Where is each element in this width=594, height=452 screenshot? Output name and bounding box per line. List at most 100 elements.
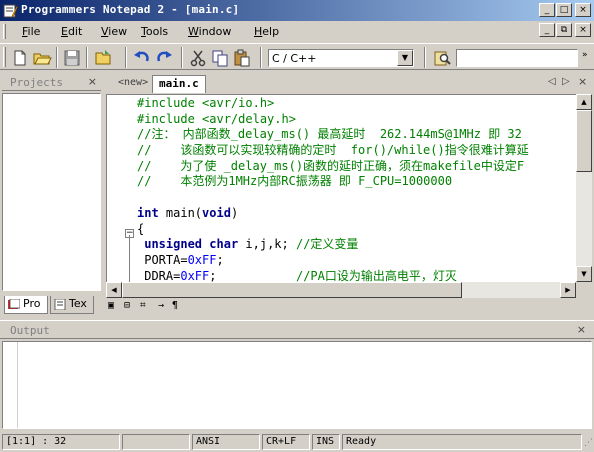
code-token-nrm: { [137, 221, 145, 236]
scroll-down-icon[interactable]: ▼ [576, 266, 592, 282]
code-token-com: // 该函数可以实现较精确的定时 for()/while()指令很难计算延 [137, 143, 529, 158]
menu-tools[interactable]: Tools [141, 25, 168, 38]
cut-icon[interactable] [188, 48, 208, 68]
horizontal-scroll-thumb[interactable] [122, 282, 462, 298]
horizontal-scrollbar[interactable]: ◀ ▶ [106, 282, 576, 298]
scroll-up-icon[interactable]: ▲ [576, 94, 592, 110]
mdi-close-button[interactable]: × [575, 23, 591, 37]
menu-window[interactable]: Window [188, 25, 231, 38]
menu-bar: File Edit View Tools Window Help [0, 21, 594, 42]
undo-icon[interactable] [132, 48, 152, 68]
code-line[interactable]: PORTA=0xFF; [137, 253, 529, 269]
save-all-icon[interactable] [93, 48, 113, 68]
status-message: Ready [342, 434, 582, 450]
maximize-button[interactable]: □ [556, 3, 572, 17]
whitespace-icon[interactable]: → [158, 300, 164, 311]
code-token-nrm: ; [209, 268, 296, 282]
projects-panel-title: Projects [10, 76, 63, 89]
output-panel-header: Output × [0, 320, 594, 339]
redo-icon[interactable] [154, 48, 174, 68]
output-panel-title: Output [10, 324, 50, 337]
tab-text-clips-label: Tex [69, 297, 87, 310]
fold-line [129, 235, 130, 282]
code-token-kw: char [209, 237, 239, 252]
code-token-com: // 为了使 _delay_ms()函数的延时正确，须在makefile中设定F [137, 158, 525, 173]
code-line[interactable]: #include <avr/io.h> [137, 96, 529, 112]
close-button[interactable]: × [575, 3, 591, 17]
menu-edit[interactable]: Edit [61, 25, 82, 38]
tab-main-c[interactable]: main.c [152, 75, 206, 93]
menu-view[interactable]: View [101, 25, 127, 38]
find-icon[interactable] [432, 48, 452, 68]
output-text-area[interactable] [17, 342, 591, 428]
tab-prev-icon[interactable]: ◁ [548, 76, 556, 87]
menu-window-label: indow [198, 25, 232, 38]
status-position: [1:1] : 32 [2, 434, 120, 450]
projects-panel-tabs: Pro Tex [2, 296, 101, 314]
chevron-down-icon[interactable]: ▼ [397, 50, 413, 66]
code-line[interactable]: unsigned char i,j,k; //定义变量 [137, 237, 529, 253]
minimize-button[interactable]: _ [539, 3, 555, 17]
close-icon[interactable]: × [577, 323, 586, 336]
code-token-num: 0xFF [187, 252, 217, 267]
code-line[interactable]: DDRA=0xFF; //PA口设为输出高电平，灯灭 [137, 269, 529, 282]
code-line[interactable] [137, 190, 529, 206]
line-endings-icon[interactable]: ¶ [172, 300, 178, 311]
menu-grip [3, 24, 6, 39]
tab-text-clips[interactable]: Tex [50, 296, 94, 314]
tab-projects[interactable]: Pro [4, 296, 48, 314]
paste-icon[interactable] [232, 48, 252, 68]
scheme-select[interactable]: C / C++ ▼ [268, 49, 414, 67]
menu-help[interactable]: Help [254, 25, 279, 38]
output-panel[interactable] [2, 341, 592, 429]
tab-new[interactable]: <new> [112, 75, 154, 93]
code-token-com: //注： 内部函数_delay_ms() 最高延时 262.144mS@1MHz… [137, 127, 522, 142]
code-token-nrm: PORTA= [137, 252, 188, 267]
code-token-com: //PA口设为输出高电平，灯灭 [295, 268, 457, 282]
code-line[interactable]: int main(void) [137, 206, 529, 222]
menu-file[interactable]: File [22, 25, 40, 38]
vertical-scrollbar[interactable]: ▲ ▼ [576, 94, 592, 282]
toolbar-overflow-icon[interactable]: » [582, 50, 588, 60]
fold-all-icon[interactable]: ⊟ [124, 300, 130, 311]
search-input[interactable] [456, 49, 578, 67]
toolbar-grip [3, 47, 6, 67]
projects-tree[interactable] [2, 93, 101, 291]
mdi-restore-button[interactable]: ⧉ [556, 23, 572, 37]
menu-view-label: iew [108, 25, 128, 38]
code-line[interactable]: // 为了使 _delay_ms()函数的延时正确，须在makefile中设定F [137, 159, 529, 175]
view-mode-icon[interactable]: ▣ [108, 300, 114, 311]
menu-window-accel: W [188, 25, 199, 38]
code-line[interactable]: { [137, 222, 529, 238]
window-title: Programmers Notepad 2 - [main.c] [21, 3, 240, 16]
close-icon[interactable]: × [88, 75, 97, 88]
scroll-right-icon[interactable]: ▶ [560, 282, 576, 298]
vertical-scroll-thumb[interactable] [576, 110, 592, 172]
toolbar-separator [86, 47, 88, 68]
open-folder-icon[interactable] [32, 48, 52, 68]
code-line[interactable]: //注： 内部函数_delay_ms() 最高延时 262.144mS@1MHz… [137, 127, 529, 143]
save-icon[interactable] [62, 48, 82, 68]
scroll-left-icon[interactable]: ◀ [106, 282, 122, 298]
resize-grip-icon[interactable]: ⋰ [584, 438, 593, 448]
close-icon[interactable]: × [578, 75, 587, 88]
code-editor[interactable]: − #include <avr/io.h> #include <avr/delay… [106, 94, 576, 282]
code-token-nrm: DDRA= [137, 268, 181, 282]
code-line[interactable]: #include <avr/delay.h> [137, 112, 529, 128]
tab-next-icon[interactable]: ▷ [562, 76, 570, 87]
code-token-nrm: i,j,k; [238, 237, 296, 252]
code-token-com: // 本范例为1MHz内部RC振荡器 即 F_CPU=1000000 [137, 174, 453, 189]
copy-icon[interactable] [210, 48, 230, 68]
menu-edit-accel: E [61, 25, 68, 38]
code-line[interactable]: // 该函数可以实现较精确的定时 for()/while()指令很难计算延 [137, 143, 529, 159]
toolbar-separator [125, 47, 127, 68]
app-icon [3, 4, 18, 18]
code-line[interactable]: // 本范例为1MHz内部RC振荡器 即 F_CPU=1000000 [137, 174, 529, 190]
line-numbers-icon[interactable]: ⌗ [140, 300, 146, 311]
projects-panel-header: Projects × [2, 73, 101, 91]
toolbar-separator [181, 47, 183, 68]
new-file-icon[interactable] [10, 48, 30, 68]
mdi-minimize-button[interactable]: _ [539, 23, 555, 37]
toolbar-separator [56, 47, 58, 68]
code-token-nrm: main( [158, 205, 203, 220]
